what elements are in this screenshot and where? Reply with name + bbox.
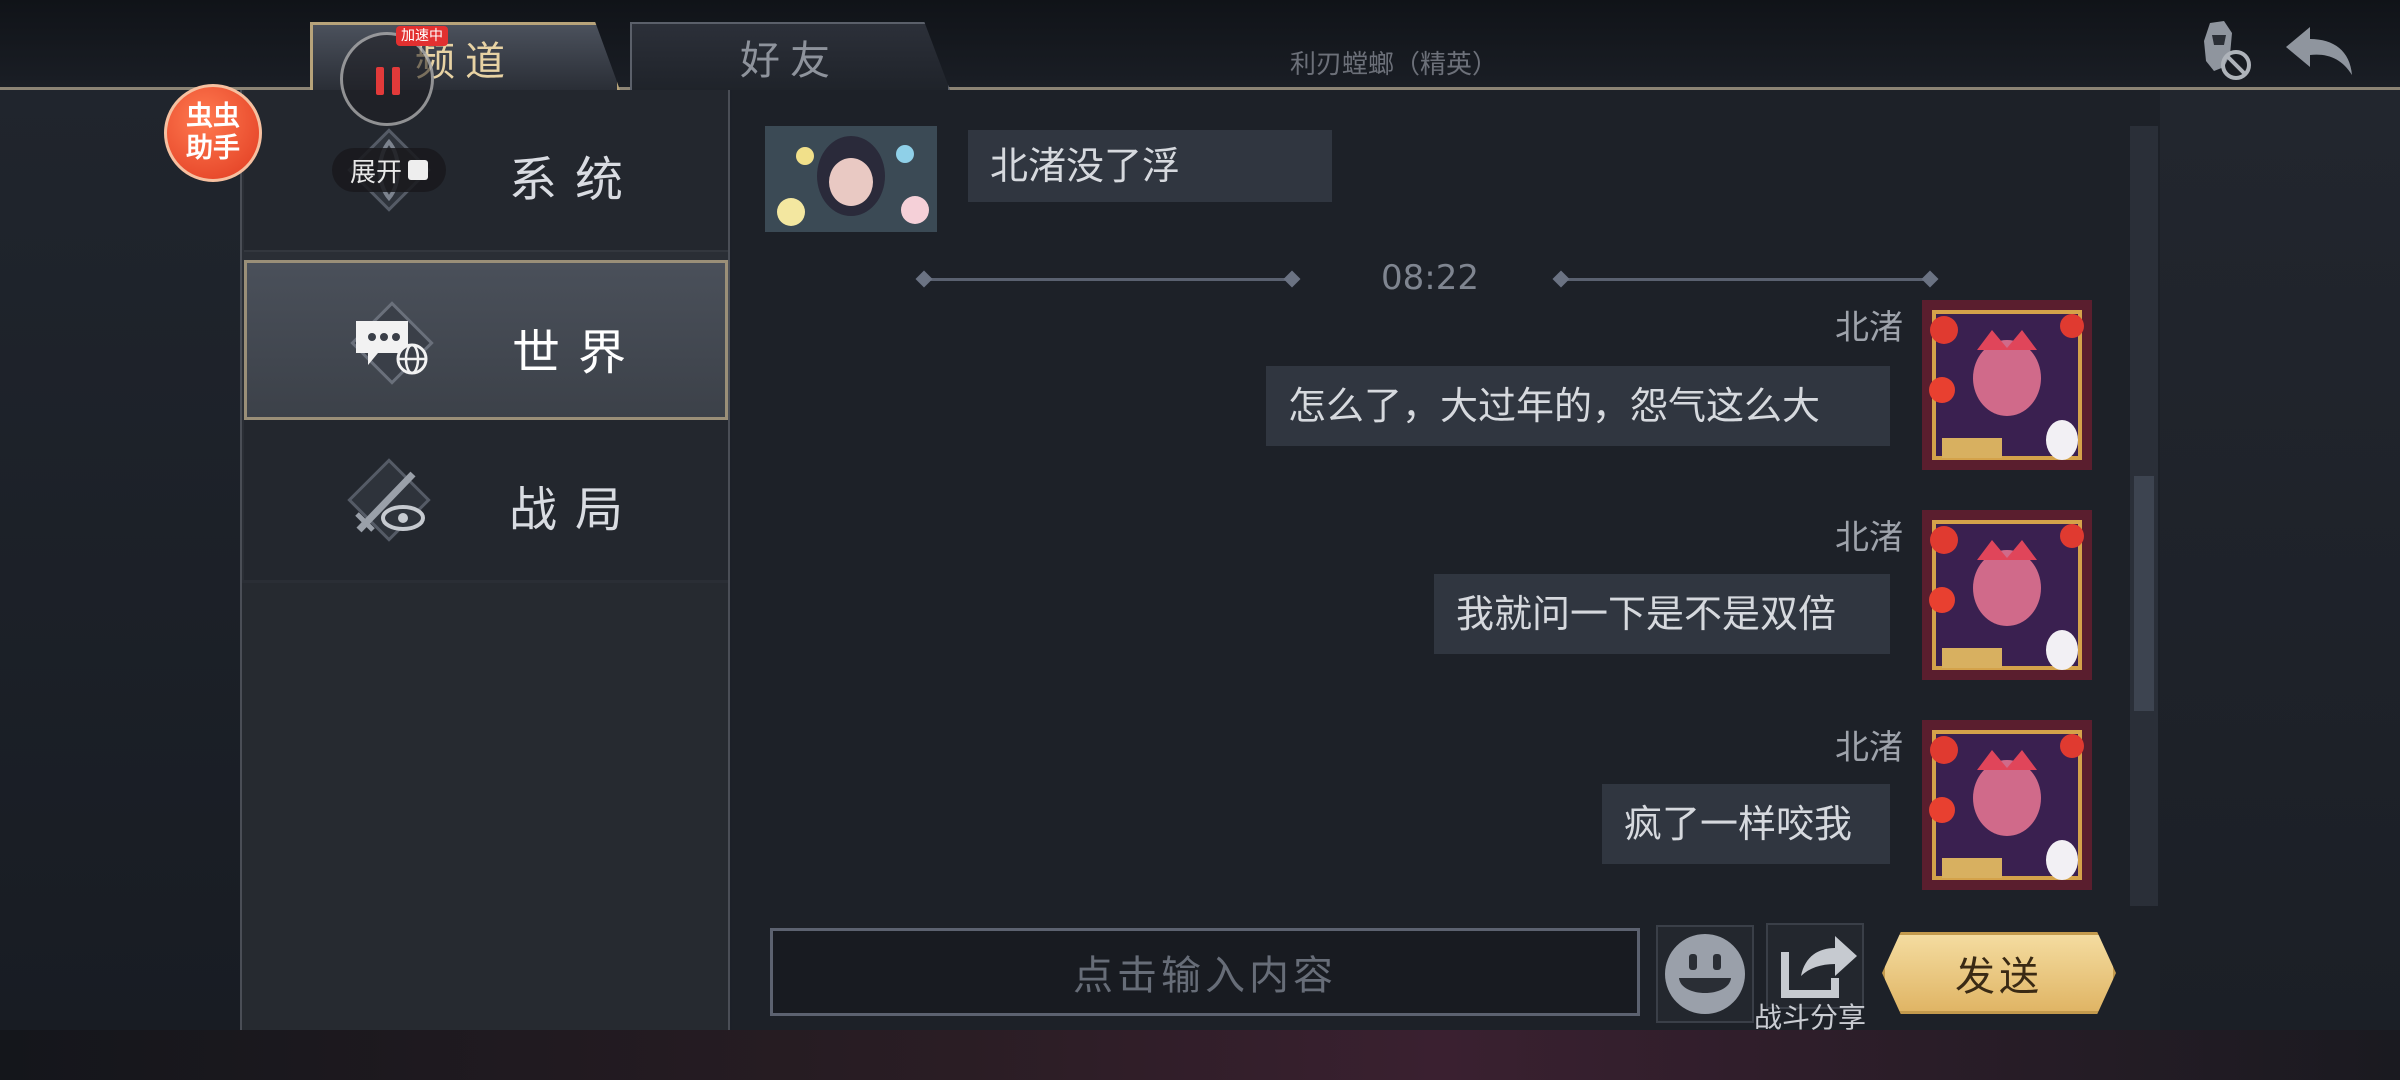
chat-bubble: 北渚没了浮 <box>968 130 1332 202</box>
bug-assistant-label: 虫虫助手 <box>186 101 240 164</box>
accelerating-badge: 加速中 <box>396 26 448 46</box>
player-avatar[interactable] <box>765 126 937 232</box>
sidebar-item-system[interactable]: 系统 <box>244 90 728 252</box>
expand-button[interactable]: 展开 <box>332 148 446 192</box>
pause-bar <box>392 67 400 95</box>
time-divider-line <box>924 278 1292 281</box>
sidebar-item-label: 世界 <box>512 325 645 381</box>
chat-bubble: 怎么了，大过年的，怨气这么大 <box>1266 366 1890 446</box>
expand-label: 展开 <box>349 157 402 188</box>
player-avatar[interactable] <box>1922 510 2092 680</box>
bottom-backdrop <box>0 1030 2400 1080</box>
battle-share-label[interactable]: 战斗分享 <box>1754 996 1866 1036</box>
message-sender: 北渚 <box>1835 308 1903 348</box>
pause-bar <box>376 67 384 95</box>
chat-bubble: 疯了一样咬我 <box>1602 784 1890 864</box>
sidebar-item-battle[interactable]: 战局 <box>244 420 728 580</box>
time-divider-line <box>1560 278 1930 281</box>
chat-bubble: 我就问一下是不是双倍 <box>1434 574 1890 654</box>
chat-input[interactable]: 点击输入内容 <box>770 928 1640 1016</box>
back-arrow-icon[interactable] <box>2280 15 2360 85</box>
channel-sidebar: 系统 世界 战局 <box>240 90 730 1030</box>
right-backdrop <box>2160 90 2400 1030</box>
emoji-icon[interactable] <box>1655 924 1755 1024</box>
sidebar-item-world[interactable]: 世界 <box>244 260 728 420</box>
world-chat-icon <box>350 301 434 385</box>
chat-scrollbar-thumb[interactable] <box>2134 476 2154 711</box>
left-backdrop <box>0 90 240 1030</box>
time-divider-label: 08:22 <box>1381 258 1479 298</box>
sidebar-item-label: 战局 <box>509 482 642 538</box>
battle-sword-eye-icon <box>347 458 431 542</box>
expand-icon <box>408 160 428 180</box>
player-avatar[interactable] <box>1922 300 2092 470</box>
pause-button[interactable] <box>340 32 434 126</box>
message-sender: 北渚 <box>1835 728 1903 768</box>
player-avatar[interactable] <box>1922 720 2092 890</box>
message-sender: 北渚 <box>1835 518 1903 558</box>
bug-assistant-button[interactable]: 虫虫助手 <box>164 84 262 182</box>
enemy-name-label: 利刃螳螂（精英） <box>1290 50 1499 80</box>
send-button[interactable]: 发送 <box>1882 932 2116 1014</box>
sidebar-empty-area <box>242 583 728 1030</box>
tab-friends[interactable]: 好友 <box>630 22 950 90</box>
helmet-block-icon[interactable] <box>2180 15 2260 85</box>
sidebar-item-label: 系统 <box>509 152 642 208</box>
